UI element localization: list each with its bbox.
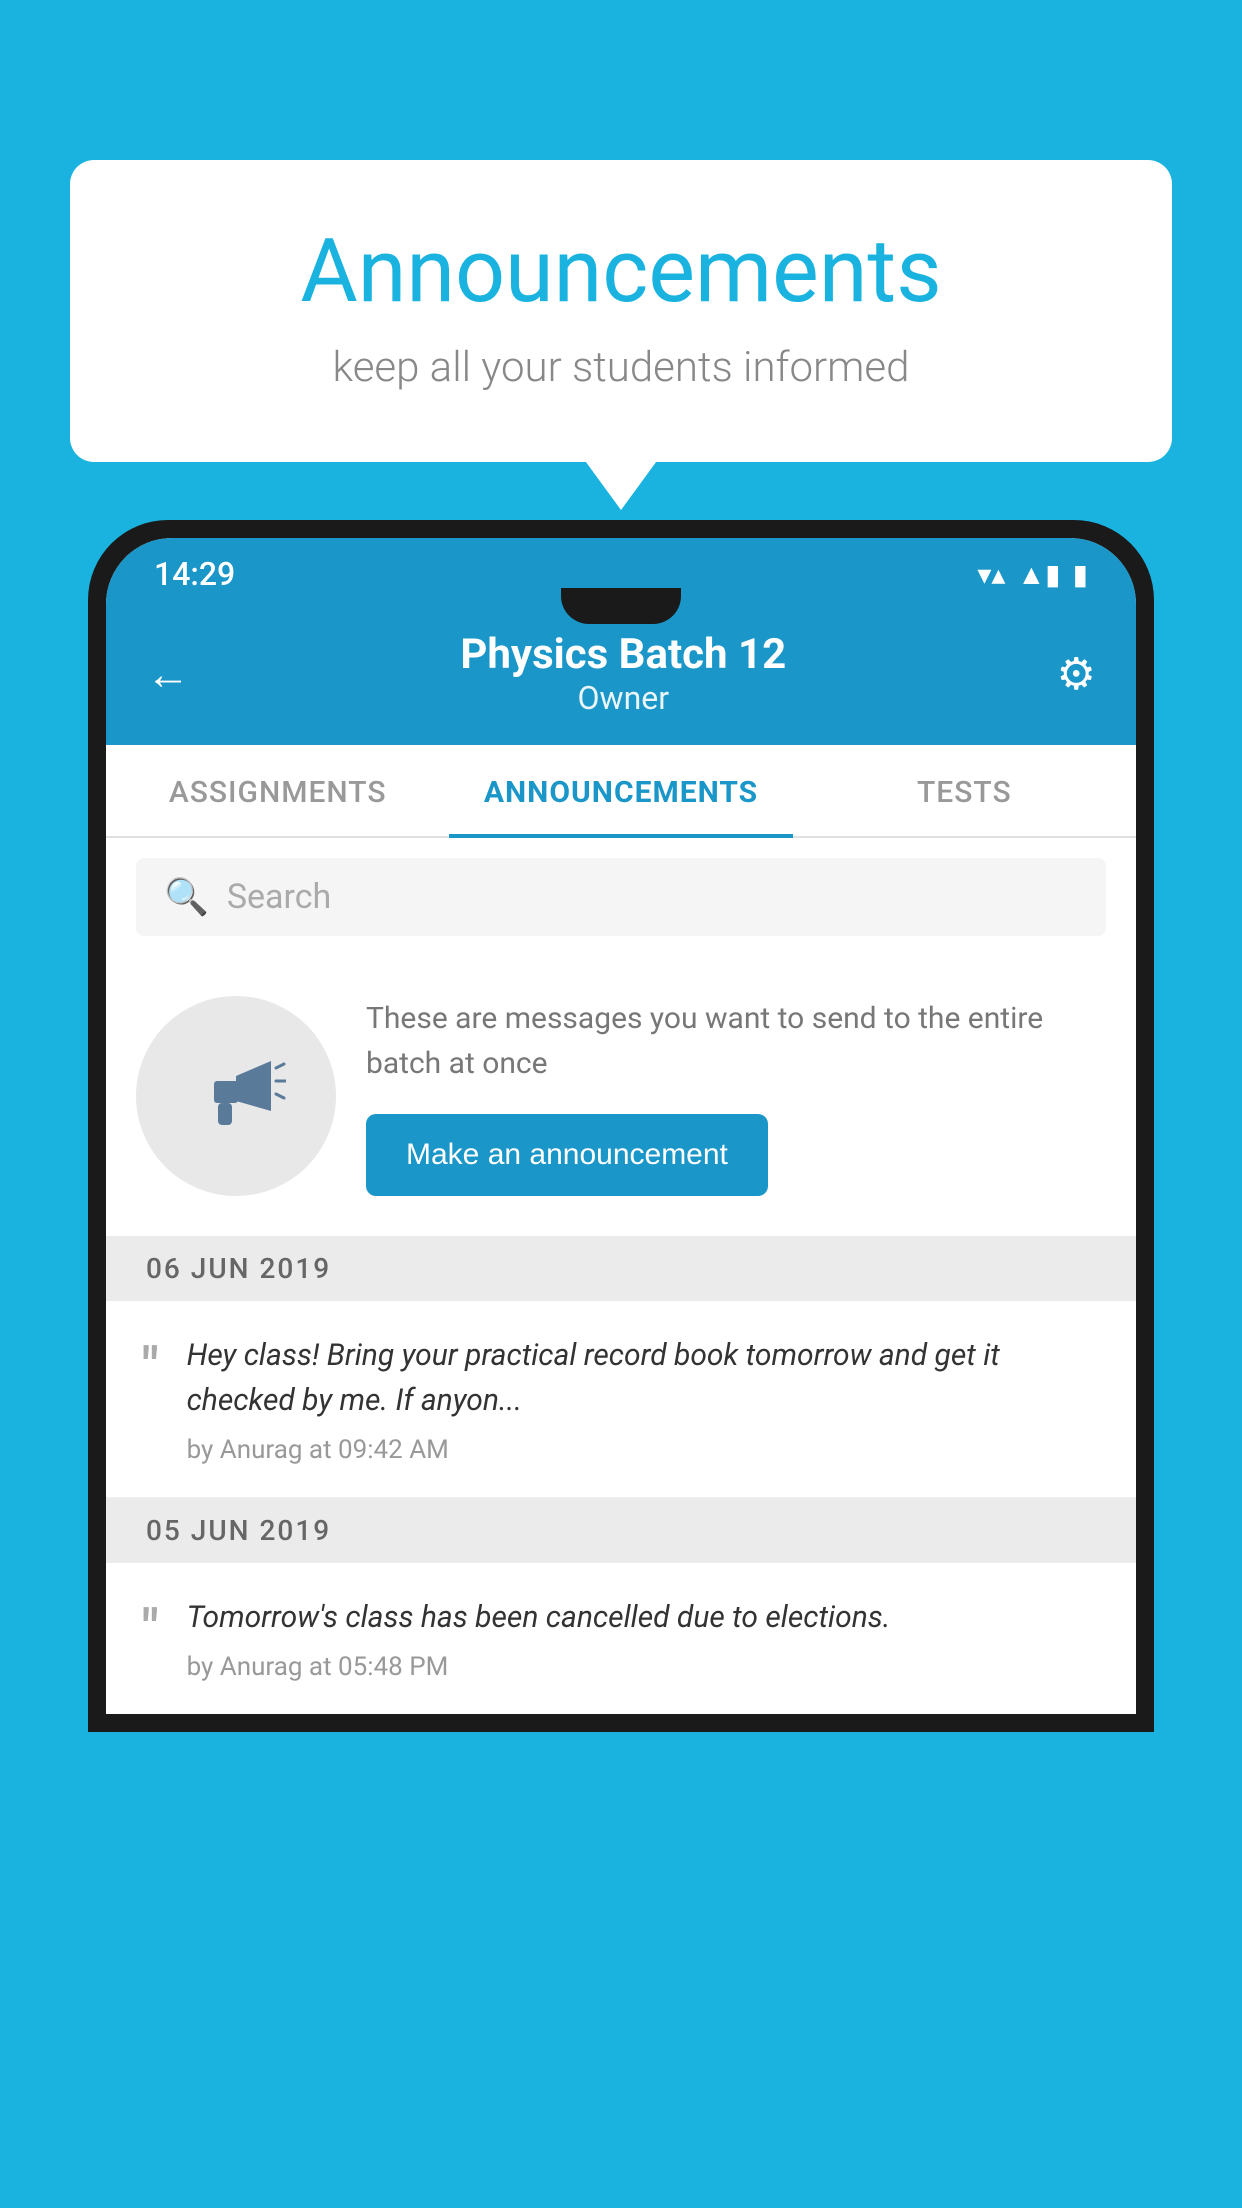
date-separator-2: 05 JUN 2019	[106, 1498, 1136, 1563]
speech-bubble: Announcements keep all your students inf…	[70, 160, 1172, 462]
header-title: Physics Batch 12	[460, 630, 786, 679]
app-header: ← Physics Batch 12 Owner ⚙	[106, 606, 1136, 745]
make-announcement-button[interactable]: Make an announcement	[366, 1114, 768, 1196]
search-container: 🔍 Search	[106, 838, 1136, 956]
status-time: 14:29	[154, 555, 235, 593]
announcement-message-2: Tomorrow's class has been cancelled due …	[187, 1595, 1100, 1640]
announcement-item-1[interactable]: " Hey class! Bring your practical record…	[106, 1301, 1136, 1498]
announcement-item-2[interactable]: " Tomorrow's class has been cancelled du…	[106, 1563, 1136, 1714]
wifi-icon: ▾▴	[977, 558, 1005, 591]
battery-icon: ▮	[1073, 558, 1088, 591]
quote-icon-1: "	[142, 1341, 159, 1393]
announcement-description: These are messages you want to send to t…	[366, 996, 1106, 1086]
phone-notch	[561, 588, 681, 624]
back-button[interactable]: ←	[146, 648, 190, 700]
announcement-right: These are messages you want to send to t…	[366, 996, 1106, 1196]
tab-tests[interactable]: TESTS	[793, 745, 1136, 836]
settings-button[interactable]: ⚙	[1057, 648, 1096, 700]
date-text-1: 06 JUN 2019	[146, 1252, 331, 1285]
header-subtitle: Owner	[460, 679, 786, 717]
announcement-meta-2: by Anurag at 05:48 PM	[187, 1652, 1100, 1682]
announcement-meta-1: by Anurag at 09:42 AM	[187, 1435, 1100, 1465]
quote-icon-2: "	[142, 1603, 159, 1655]
phone-mockup: 14:29 ▾▴ ▲▮ ▮ ← Physics Batch 12 Owner ⚙…	[88, 520, 1154, 2208]
tabs-bar: ASSIGNMENTS ANNOUNCEMENTS TESTS	[106, 745, 1136, 838]
speech-bubble-card: Announcements keep all your students inf…	[70, 160, 1172, 462]
date-text-2: 05 JUN 2019	[146, 1514, 331, 1547]
speech-bubble-subtitle: keep all your students informed	[150, 343, 1092, 392]
announcement-prompt: These are messages you want to send to t…	[106, 956, 1136, 1236]
tab-announcements[interactable]: ANNOUNCEMENTS	[449, 745, 792, 836]
megaphone-icon	[186, 1046, 286, 1146]
signal-icon: ▲▮	[1017, 558, 1060, 591]
tab-assignments[interactable]: ASSIGNMENTS	[106, 745, 449, 836]
search-icon: 🔍	[164, 876, 209, 918]
header-center: Physics Batch 12 Owner	[460, 630, 786, 717]
search-placeholder: Search	[227, 877, 331, 917]
announcement-content-1: Hey class! Bring your practical record b…	[187, 1333, 1100, 1465]
announcement-content-2: Tomorrow's class has been cancelled due …	[187, 1595, 1100, 1682]
megaphone-circle	[136, 996, 336, 1196]
date-separator-1: 06 JUN 2019	[106, 1236, 1136, 1301]
status-icons: ▾▴ ▲▮ ▮	[977, 558, 1088, 591]
speech-bubble-title: Announcements	[150, 220, 1092, 323]
announcement-message-1: Hey class! Bring your practical record b…	[187, 1333, 1100, 1423]
phone-outer: 14:29 ▾▴ ▲▮ ▮ ← Physics Batch 12 Owner ⚙…	[88, 520, 1154, 1732]
search-bar[interactable]: 🔍 Search	[136, 858, 1106, 936]
phone-screen: 14:29 ▾▴ ▲▮ ▮ ← Physics Batch 12 Owner ⚙…	[106, 538, 1136, 1714]
